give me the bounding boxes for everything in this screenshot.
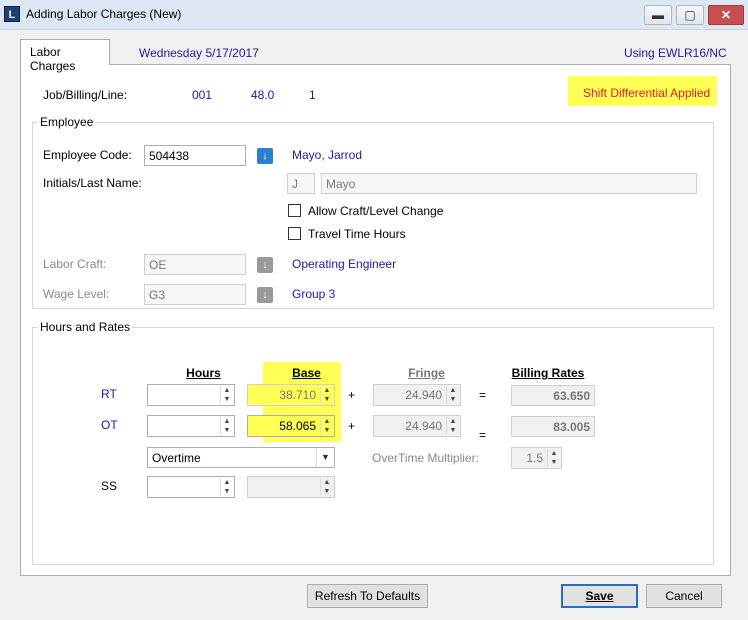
job-billing-line-label: Job/Billing/Line: [43,88,128,102]
equals-sign: = [479,428,487,442]
maximize-button[interactable]: ▢ [676,5,704,25]
allow-craft-label: Allow Craft/Level Change [308,204,444,218]
overtime-type-value: Overtime [152,451,201,465]
employee-group-title: Employee [38,115,96,129]
spinner-arrows-icon[interactable]: ▲ ▼ [446,417,459,435]
rt-fringe-spinner[interactable]: 24.940 ▲ ▼ [373,384,461,406]
rt-label: RT [101,387,117,401]
spinner-arrows-icon[interactable]: ▲ ▼ [220,478,233,496]
base-column-header: Base [292,366,321,380]
ot-hours-spinner[interactable]: ▲ ▼ [147,415,235,437]
wage-level-name: Group 3 [292,287,336,301]
hours-column-header: Hours [186,366,221,380]
allow-craft-checkbox[interactable] [288,204,301,217]
plus-sign: + [348,388,356,402]
employee-lookup-arrow-icon[interactable]: ↓ [257,148,273,164]
ss-hours-spinner[interactable]: ▲ ▼ [147,476,235,498]
spinner-arrows-icon[interactable]: ▲ ▼ [220,386,233,404]
rt-hours-spinner[interactable]: ▲ ▼ [147,384,235,406]
wage-level-label: Wage Level: [43,287,110,301]
labor-craft-name: Operating Engineer [292,257,397,271]
rt-base-value: 38.710 [279,388,316,402]
cancel-button[interactable]: Cancel [646,584,722,608]
close-button[interactable]: ✕ [708,5,744,25]
ot-label: OT [101,418,118,432]
billing-value: 48.0 [251,88,275,102]
ss-label: SS [101,479,118,493]
ot-fringe-value: 24.940 [405,419,442,433]
ot-base-spinner[interactable]: 58.065 ▲ ▼ [247,415,335,437]
line-value: 1 [309,88,316,102]
spinner-arrows-icon[interactable]: ▲ ▼ [320,417,333,435]
labor-craft-label: Labor Craft: [43,257,107,271]
wage-level-input[interactable]: G3 [144,284,246,305]
ss-base-spinner[interactable]: ▲ ▼ [247,476,335,498]
ot-fringe-spinner[interactable]: 24.940 ▲ ▼ [373,415,461,437]
ot-base-value: 58.065 [279,419,316,433]
wage-lookup-arrow-icon[interactable]: ↓ [257,287,273,303]
labor-craft-input[interactable]: OE [144,254,246,275]
chevron-down-icon[interactable]: ▼ [316,448,334,467]
initials-lastname-label: Initials/Last Name: [43,176,142,190]
last-name-field[interactable]: Mayo [321,173,697,194]
craft-lookup-arrow-icon[interactable]: ↓ [257,257,273,273]
refresh-defaults-button[interactable]: Refresh To Defaults [307,584,428,608]
initial-field[interactable]: J [287,173,315,194]
spinner-arrows-icon[interactable]: ▲ ▼ [446,386,459,404]
ot-multiplier-label: OverTime Multiplier: [372,451,479,465]
minimize-button[interactable]: ▬ [644,5,672,25]
spinner-arrows-icon[interactable]: ▲ ▼ [547,449,560,467]
employee-code-label: Employee Code: [43,148,132,162]
window-title: Adding Labor Charges (New) [26,7,182,21]
overtime-type-select[interactable]: Overtime ▼ [147,447,335,468]
job-value: 001 [192,88,213,102]
save-button[interactable]: Save [561,584,638,608]
hours-rates-group-title: Hours and Rates [38,320,133,334]
travel-time-checkbox[interactable] [288,227,301,240]
using-label: Using EWLR16/NC [624,46,727,60]
ot-multiplier-value: 1.5 [526,451,543,465]
hours-rates-group [32,327,714,565]
spinner-arrows-icon[interactable]: ▲ ▼ [320,478,333,496]
rt-billing-rate: 63.650 [511,385,595,406]
rt-fringe-value: 24.940 [405,388,442,402]
equals-sign: = [479,388,487,402]
ot-multiplier-spinner[interactable]: 1.5 ▲ ▼ [511,447,562,469]
ot-billing-rate: 83.005 [511,416,595,437]
billing-rates-column-header: Billing Rates [511,366,585,380]
app-icon: L [4,6,20,22]
plus-sign: + [348,419,356,433]
rt-base-spinner[interactable]: 38.710 ▲ ▼ [247,384,335,406]
date-label: Wednesday 5/17/2017 [139,46,259,60]
employee-name: Mayo, Jarrod [292,148,363,162]
tab-labor-charges[interactable]: Labor Charges [20,39,110,73]
spinner-arrows-icon[interactable]: ▲ ▼ [220,417,233,435]
spinner-arrows-icon[interactable]: ▲ ▼ [320,386,333,404]
employee-code-input[interactable]: 504438 [144,145,246,166]
fringe-column-header: Fringe [408,366,445,380]
shift-differential-badge: Shift Differential Applied [568,76,717,106]
travel-time-label: Travel Time Hours [308,227,406,241]
